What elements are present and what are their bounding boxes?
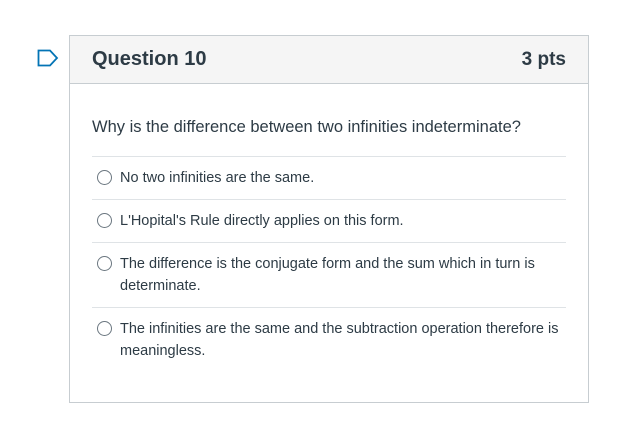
answer-radio[interactable] (97, 256, 112, 271)
answer-option[interactable]: No two infinities are the same. (92, 157, 566, 200)
question-title: Question 10 (92, 48, 207, 70)
answer-label[interactable]: The infinities are the same and the subt… (120, 318, 565, 362)
answer-radio[interactable] (97, 213, 112, 228)
question-body: Why is the difference between two infini… (70, 84, 588, 372)
question-text: Why is the difference between two infini… (92, 118, 521, 136)
question-points: 3 pts (521, 48, 566, 70)
answer-label[interactable]: No two infinities are the same. (120, 167, 314, 189)
flag-question-icon[interactable] (37, 49, 59, 67)
answer-option[interactable]: L'Hopital's Rule directly applies on thi… (92, 200, 566, 243)
answer-radio[interactable] (97, 170, 112, 185)
answer-option[interactable]: The infinities are the same and the subt… (92, 308, 566, 372)
question-card: Question 10 3 pts Why is the difference … (69, 35, 589, 403)
quiz-page: Question 10 3 pts Why is the difference … (0, 0, 628, 431)
answer-radio[interactable] (97, 321, 112, 336)
answer-label[interactable]: The difference is the conjugate form and… (120, 253, 565, 297)
answer-label[interactable]: L'Hopital's Rule directly applies on thi… (120, 210, 404, 232)
question-header: Question 10 3 pts (70, 36, 588, 84)
answer-list: No two infinities are the same. L'Hopita… (92, 156, 566, 372)
answer-option[interactable]: The difference is the conjugate form and… (92, 243, 566, 308)
